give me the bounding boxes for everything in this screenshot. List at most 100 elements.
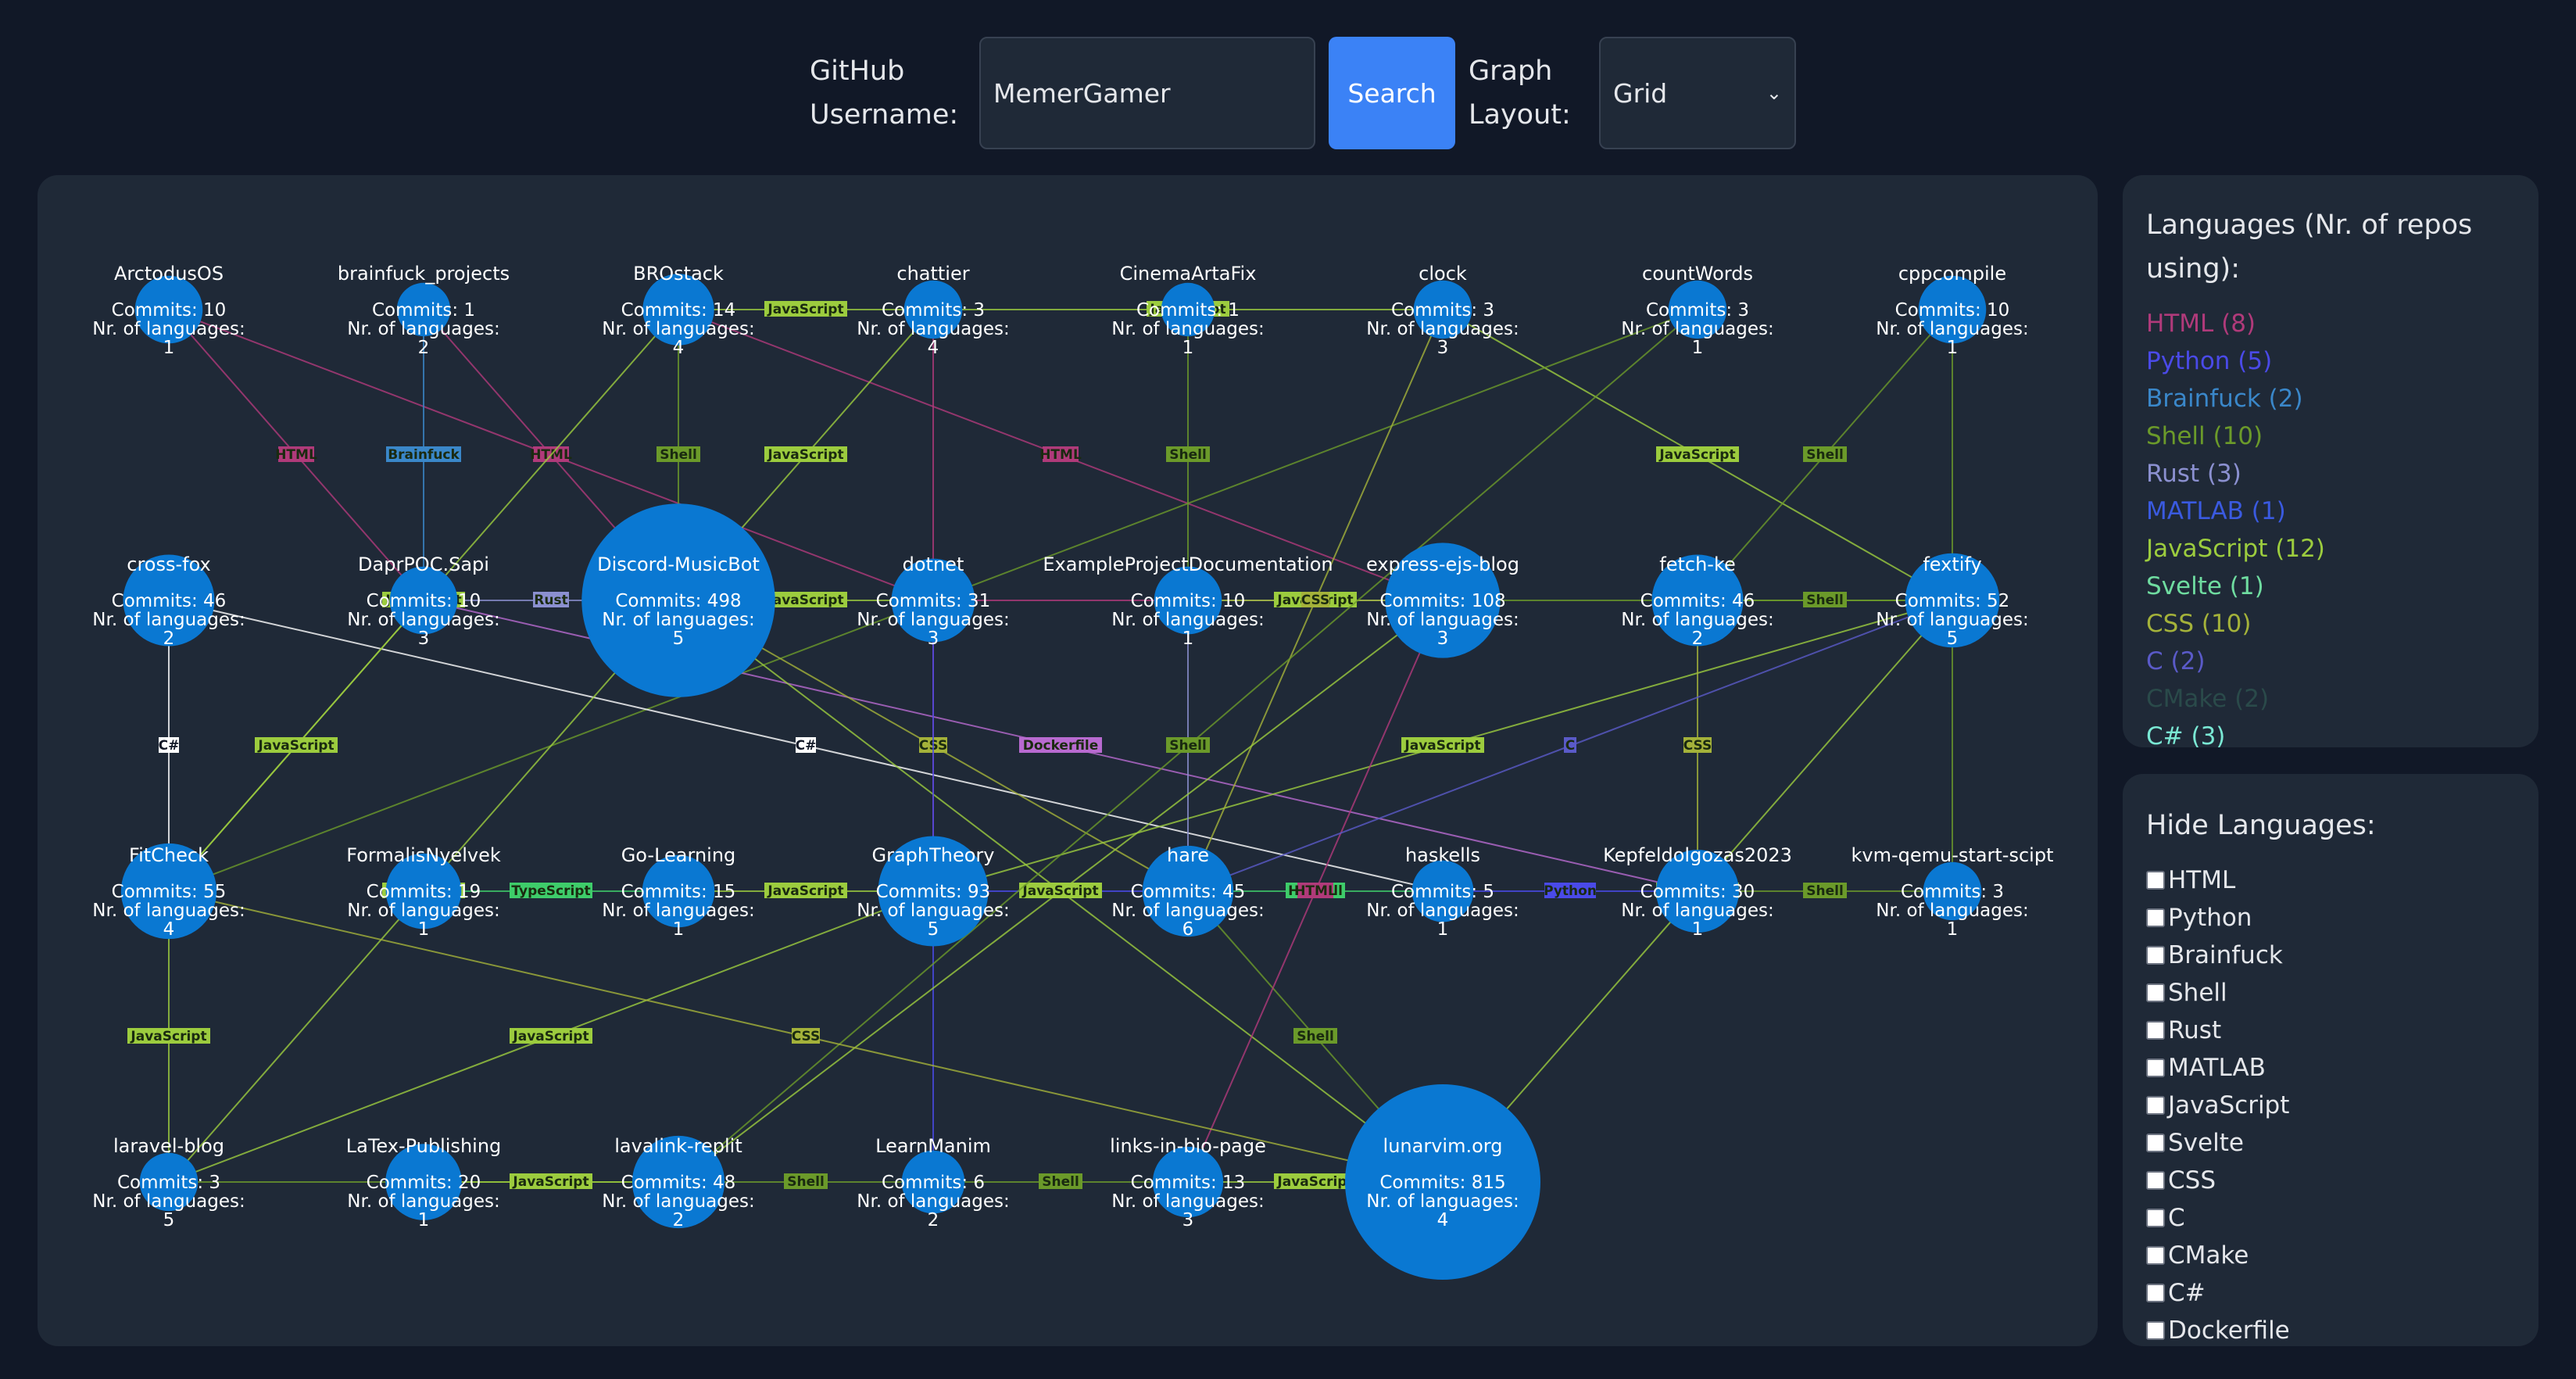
repo-commits: Commits: 48 (621, 1173, 736, 1193)
repo-commits: Commits: 108 (1379, 591, 1505, 611)
checkbox[interactable] (2146, 871, 2165, 890)
repo-languages-count: 5 (673, 629, 685, 649)
repo-languages-count: 3 (1182, 1210, 1194, 1230)
repo-node[interactable]: brainfuck_projects Commits: 1Nr. of langu… (338, 263, 510, 358)
hide-language-option[interactable]: Brainfuck (2146, 937, 2515, 974)
checkbox[interactable] (2146, 1246, 2165, 1265)
repo-languages-count: 4 (1437, 1210, 1449, 1230)
checkbox[interactable] (2146, 1209, 2165, 1227)
repo-languages-count: 2 (418, 338, 430, 358)
hide-language-option[interactable]: Svelte (2146, 1124, 2515, 1162)
repo-commits: Commits: 815 (1379, 1173, 1505, 1193)
repo-node[interactable]: FitCheck Commits: 55Nr. of languages:4 (92, 843, 245, 940)
repo-node[interactable]: lavalink-replit Commits: 48Nr. of languag… (602, 1135, 754, 1230)
repo-languages-count: 6 (1182, 919, 1194, 940)
checkbox[interactable] (2146, 1021, 2165, 1040)
hide-language-option[interactable]: C# (2146, 1274, 2515, 1312)
repo-node[interactable]: FormalisNyelvek Commits: 19Nr. of languag… (346, 844, 501, 940)
repo-name: FormalisNyelvek (346, 844, 501, 866)
checkbox[interactable] (2146, 1058, 2165, 1077)
checkbox[interactable] (2146, 908, 2165, 927)
edge-label: JavaScript (1404, 738, 1480, 754)
hide-language-label: Shell (2168, 979, 2227, 1007)
legend-list: HTML (8) Python (5) Brainfuck (2) Shell (10… (2146, 305, 2515, 747)
repo-commits: Commits: 19 (367, 882, 481, 902)
repo-name: cppcompile (1898, 263, 2006, 285)
checkbox[interactable] (2146, 1171, 2165, 1190)
repo-node[interactable]: links-in-bio-page Commits: 13Nr. of langu… (1110, 1135, 1266, 1230)
checkbox[interactable] (2146, 983, 2165, 1002)
repo-languages-count: 1 (1692, 919, 1704, 940)
username-input[interactable]: MemerGamer (979, 37, 1315, 149)
checkbox[interactable] (2146, 1284, 2165, 1302)
repo-node[interactable]: Discord-MusicBot Commits: 498Nr. of langu… (581, 503, 775, 697)
hide-language-option[interactable]: Dockerfile (2146, 1312, 2515, 1346)
repo-languages-label: Nr. of languages: (1366, 1191, 1519, 1212)
repo-node[interactable]: fextify Commits: 52Nr. of languages:5 (1876, 553, 2029, 649)
edge-label: Dockerfile (1023, 738, 1099, 754)
nodes-layer: ArctodusOSCommits: 10Nr. of languages:1 b… (92, 263, 2053, 1280)
hide-language-option[interactable]: JavaScript (2146, 1087, 2515, 1124)
repo-node[interactable]: ArctodusOS Commits: 10Nr. of languages:1 (92, 263, 245, 358)
edges-layer: HTMLHTMLBrainfuckHTMLJavaScriptShellHTML… (127, 301, 1974, 1190)
hide-language-option[interactable]: Shell (2146, 974, 2515, 1012)
repo-languages-label: Nr. of languages: (92, 610, 245, 630)
repo-languages-label: Nr. of languages: (1621, 610, 1773, 630)
repo-name: cross-fox (127, 553, 210, 575)
repo-name: links-in-bio-page (1110, 1135, 1266, 1157)
repo-name: LearnManim (875, 1135, 991, 1157)
hide-language-option[interactable]: CSS (2146, 1162, 2515, 1199)
repo-languages-label: Nr. of languages: (1876, 319, 2028, 339)
repo-name: BROstack (633, 263, 724, 285)
repo-languages-label: Nr. of languages: (1876, 610, 2028, 630)
repo-commits: Commits: 55 (112, 882, 227, 902)
layout-select[interactable]: Grid ⌄ (1599, 37, 1796, 149)
edge-label: JavaScript (130, 1029, 206, 1044)
repo-commits: Commits: 45 (1131, 882, 1246, 902)
repo-graph[interactable]: HTMLHTMLBrainfuckHTMLJavaScriptShellHTML… (38, 175, 2098, 1346)
repo-languages-count: 1 (673, 919, 685, 940)
repo-node[interactable]: cross-fox Commits: 46Nr. of languages:2 (92, 553, 245, 649)
repo-node[interactable]: dotnet Commits: 31Nr. of languages:3 (857, 553, 1009, 649)
edge-label: JavaScript (512, 1029, 589, 1044)
repo-node[interactable]: GraphTheory Commits: 93Nr. of languages:5 (857, 836, 1010, 947)
repo-node[interactable]: LaTex-Publishing Commits: 20Nr. of langua… (346, 1135, 502, 1230)
hide-language-option[interactable]: C (2146, 1199, 2515, 1237)
repo-node[interactable]: Go-Learning Commits: 15Nr. of languages:1 (602, 844, 754, 940)
repo-commits: Commits: 10 (1131, 591, 1246, 611)
repo-node[interactable]: fetch-ke Commits: 46Nr. of languages:2 (1621, 553, 1773, 649)
layout-label: Graph Layout: (1469, 56, 1571, 131)
repo-node[interactable]: hare Commits: 45Nr. of languages:6 (1111, 844, 1264, 940)
repo-commits: Commits: 3 (882, 300, 985, 321)
repo-commits: Commits: 10 (112, 300, 227, 321)
repo-name: fetch-ke (1659, 553, 1736, 575)
hide-language-option[interactable]: HTML (2146, 861, 2515, 899)
repo-languages-label: Nr. of languages: (602, 901, 754, 921)
hide-language-option[interactable]: MATLAB (2146, 1049, 2515, 1087)
checkbox[interactable] (2146, 946, 2165, 965)
repo-name: express-ejs-blog (1366, 553, 1519, 575)
hide-language-option[interactable]: CMake (2146, 1237, 2515, 1274)
edge-label: JavaScript (1021, 883, 1098, 899)
repo-commits: Commits: 13 (1131, 1173, 1246, 1193)
repo-node[interactable]: DaprPOC.Sapi Commits: 10Nr. of languages:… (347, 553, 499, 649)
repo-languages-count: 2 (163, 629, 175, 649)
repo-languages-count: 3 (1437, 338, 1449, 358)
repo-languages-count: 1 (1947, 338, 1959, 358)
checkbox[interactable] (2146, 1134, 2165, 1152)
repo-node[interactable]: cppcompile Commits: 10Nr. of languages:1 (1876, 263, 2028, 358)
legend-item: MATLAB (1) (2146, 497, 2286, 525)
edge-label: Rust (534, 593, 567, 608)
repo-node[interactable]: countWords Commits: 3Nr. of languages:1 (1621, 263, 1773, 358)
legend-title: Languages (Nr. of repos using): (2146, 210, 2473, 285)
chevron-down-icon: ⌄ (1766, 82, 1782, 104)
checkbox[interactable] (2146, 1096, 2165, 1115)
hide-language-option[interactable]: Python (2146, 899, 2515, 937)
checkbox[interactable] (2146, 1321, 2165, 1340)
search-button[interactable]: Search (1329, 37, 1455, 149)
hide-language-option[interactable]: Rust (2146, 1012, 2515, 1049)
repo-node[interactable]: BROstack Commits: 14Nr. of languages:4 (602, 263, 754, 358)
legend-item: Svelte (1) (2146, 572, 2264, 600)
repo-languages-count: 5 (928, 919, 939, 940)
repo-node[interactable]: lunarvim.org Commits: 815Nr. of languages… (1345, 1084, 1540, 1280)
